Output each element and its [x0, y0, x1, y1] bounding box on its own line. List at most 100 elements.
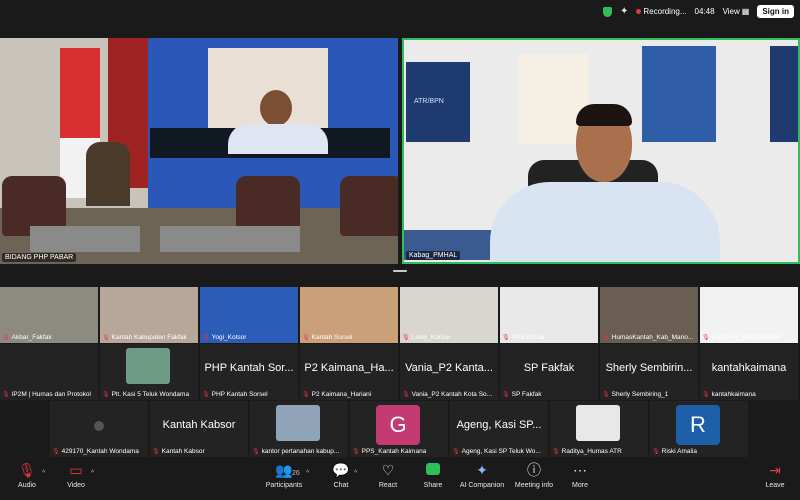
participant-name: Ageng, Kasi SP Teluk Wo...: [461, 448, 541, 455]
participant-name: Yogi_Kotsor: [211, 334, 247, 341]
participant-tile[interactable]: 🎙 Yogi_Kotsor: [200, 287, 298, 343]
ai-sparkle-icon[interactable]: ✦: [620, 6, 628, 17]
participant-tile[interactable]: 🎙 Raditya_Humas ATR: [550, 401, 648, 457]
participant-tile[interactable]: 🎙 Kantah Sorsel: [300, 287, 398, 343]
recording-dot-icon: [636, 9, 642, 14]
microphone-muted-icon: 🎙: [2, 335, 10, 341]
gallery-row-3: 🎙 429170_Kantah Wondama Kantah Kabsor 🎙 Kant…: [50, 401, 750, 457]
participant-name-label: 🎙 Yogi_Kotsor: [202, 334, 246, 341]
participant-name-label: 🎙 Leidy_KotSor: [402, 334, 451, 341]
participant-tile[interactable]: R 🎙 Riski Amalia: [650, 401, 748, 457]
participant-tile[interactable]: P2 Kaimana_Ha... 🎙 P2 Kaimana_Hariani: [300, 344, 398, 400]
microphone-muted-icon: 🎙: [352, 449, 360, 455]
sign-in-button[interactable]: Sign in: [757, 5, 794, 18]
participant-name: Raditya_Humas ATR: [561, 448, 622, 455]
chair: [340, 176, 398, 236]
video-tile-room[interactable]: BIDANG PHP PABAR: [0, 38, 398, 264]
recording-indicator[interactable]: Recording...: [636, 7, 687, 16]
participant-name: PPS Kotsor: [511, 334, 546, 341]
leave-button[interactable]: ⇥ Leave: [743, 462, 800, 489]
participant-display-name: Ageng, Kasi SP...: [456, 419, 542, 431]
participant-tile[interactable]: 🎙 429170_Kantah Wondama: [50, 401, 148, 457]
participant-tile[interactable]: 🎙 Plt. Kasi 5 Teluk Wondama: [100, 344, 198, 400]
microphone-muted-icon: 🎙: [402, 392, 410, 398]
participant-name: Riski Amalia: [661, 448, 698, 455]
microphone-muted-icon: 🎙: [302, 392, 310, 398]
participant-tile[interactable]: 🎙 HumasKantah_Kab_Mano...: [600, 287, 698, 343]
view-grid-icon: ▦: [741, 7, 750, 16]
participant-tile[interactable]: 🎙 PPS Kotsor: [500, 287, 598, 343]
microphone-muted-icon: 🎙: [202, 392, 210, 398]
participant-tile[interactable]: Sherly Sembirin... 🎙 Sherly Sembiring_1: [600, 344, 698, 400]
participant-name-label: 🎙 Raditya_Humas ATR: [552, 448, 622, 455]
participant-tile[interactable]: 🎙 IP2M | Humas dan Protokol: [0, 344, 98, 400]
participant-name: HumasKantah_Kab_Mano...: [611, 334, 694, 341]
recording-label: Recording...: [643, 7, 687, 16]
participant-tile[interactable]: Vania_P2 Kanta... 🎙 Vania_P2 Kantah Kota S…: [400, 344, 498, 400]
resize-handle[interactable]: [393, 270, 407, 272]
speaker-hair: [576, 104, 632, 126]
participant-name: IP2M | Humas dan Protokol: [11, 391, 91, 398]
participant-tile[interactable]: G 🎙 PPS_Kantah Kaimana: [350, 401, 448, 457]
gallery-row-1: 🎙 Akbar_Fakfak 🎙 Kantah Kabupaten Fakfak 🎙 Yo…: [0, 287, 800, 343]
participant-thumbnail: [126, 348, 170, 384]
participant-name: PHP Kantah Sorsel: [211, 391, 268, 398]
tile-name-label: BIDANG PHP PABAR: [2, 253, 77, 262]
participant-name-label: 🎙 PPS_Kantah Kaimana: [352, 448, 426, 455]
participant-name: kantor pertanahan kabup...: [261, 448, 340, 455]
participant-tile[interactable]: kantahkaimana 🎙 kantahkaimana: [700, 344, 798, 400]
microphone-muted-icon: 🎙: [602, 335, 610, 341]
coffee-table: [160, 226, 300, 252]
more-button[interactable]: ⋯ More: [548, 462, 612, 489]
flag-red: [60, 48, 100, 138]
participant-tile[interactable]: 🎙 Leidy_KotSor: [400, 287, 498, 343]
participant-name-label: 🎙 PHP Kantah Sorsel: [202, 391, 268, 398]
participant-name: SP Fakfak: [511, 391, 542, 398]
view-label: View: [722, 7, 740, 16]
microphone-muted-icon: 🎙: [102, 335, 110, 341]
microphone-muted-icon: 🎙: [252, 449, 260, 455]
participant-tile[interactable]: 🎙 KANTAH_MANOKWARI: [700, 287, 798, 343]
participant-name: P2 Kaimana_Hariani: [311, 391, 372, 398]
participant-tile[interactable]: 🎙 kantor pertanahan kabup...: [250, 401, 348, 457]
top-bar-right: ✦ Recording... 04:48 View ▦ Sign in: [603, 5, 794, 18]
participant-tile[interactable]: PHP Kantah Sor... 🎙 PHP Kantah Sorsel: [200, 344, 298, 400]
video-tile-active-speaker[interactable]: ATR/BPN Kabag_PMHAL: [402, 38, 800, 264]
participant-thumbnail: [576, 405, 620, 441]
participant-thumbnail: [276, 405, 320, 441]
participant-name: Vania_P2 Kantah Kota So...: [411, 391, 493, 398]
video-button[interactable]: ▭ Video: [44, 462, 108, 489]
participant-display-name: Kantah Kabsor: [162, 419, 236, 431]
shield-icon[interactable]: [603, 6, 612, 17]
participant-tile[interactable]: Ageng, Kasi SP... 🎙 Ageng, Kasi SP Teluk W…: [450, 401, 548, 457]
microphone-muted-icon: 🎙: [502, 335, 510, 341]
microphone-muted-icon: 🎙: [552, 449, 560, 455]
participant-thumbnail: [94, 421, 104, 431]
poster: ATR/BPN: [406, 62, 470, 142]
microphone-muted-icon: 🎙: [402, 335, 410, 341]
participant-avatar: G: [376, 405, 420, 445]
main-video-area: BIDANG PHP PABAR ATR/BPN Kabag_PMHAL: [0, 38, 800, 264]
chevron-up-icon[interactable]: ^: [91, 470, 94, 477]
participant-name: Leidy_KotSor: [411, 334, 451, 341]
projected-person-head: [260, 90, 292, 126]
participant-name-label: 🎙 Kantah Sorsel: [302, 334, 352, 341]
participant-name: KANTAH_MANOKWARI: [711, 334, 782, 341]
participant-tile[interactable]: SP Fakfak 🎙 SP Fakfak: [500, 344, 598, 400]
more-icon: ⋯: [573, 462, 587, 478]
view-button[interactable]: View ▦: [723, 7, 750, 16]
audio-label: Audio: [18, 482, 36, 489]
participant-tile[interactable]: Kantah Kabsor 🎙 Kantah Kabsor: [150, 401, 248, 457]
participant-tile[interactable]: 🎙 Kantah Kabupaten Fakfak: [100, 287, 198, 343]
microphone-muted-icon: 🎙: [302, 335, 310, 341]
chat-label: Chat: [333, 482, 349, 489]
participant-avatar: R: [676, 405, 720, 445]
microphone-muted-icon: 🎙: [102, 392, 110, 398]
microphone-muted-icon: 🎙: [702, 335, 710, 341]
participants-label: Participants: [265, 482, 303, 489]
participant-tile[interactable]: 🎙 Akbar_Fakfak: [0, 287, 98, 343]
poster-text: ATR/BPN: [414, 98, 444, 105]
participant-display-name: kantahkaimana: [711, 362, 787, 374]
react-label: React: [378, 482, 398, 489]
participant-name-label: 🎙 PPS Kotsor: [502, 334, 545, 341]
